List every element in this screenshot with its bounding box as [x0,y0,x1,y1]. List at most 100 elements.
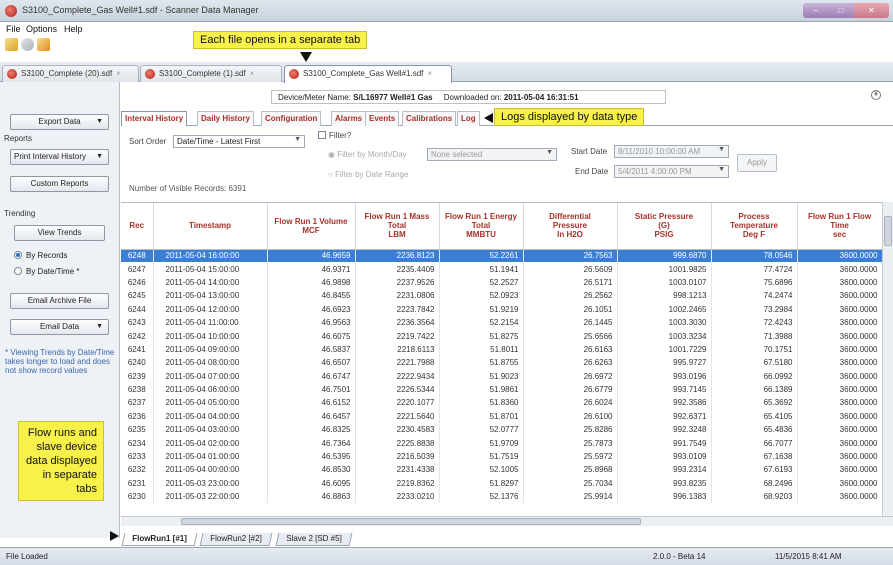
email-data-button[interactable]: Email Data ▼ [10,319,109,335]
sort-order-select[interactable]: Date/Time - Latest First ▼ [173,135,305,148]
table-row[interactable]: 6239 2011-05-04 07:00:00 46.6747 2222.9434 5… [121,369,883,383]
table-cell: 2011-05-04 07:00:00 [153,369,268,383]
table-cell: 51.1941 [439,262,524,276]
table-row[interactable]: 6243 2011-05-04 11:00:00 46.9563 2236.3564 5… [121,315,883,330]
column-header-line: Time [830,221,849,231]
table-row[interactable]: 6238 2011-05-04 06:00:00 46.7501 2226.5344 5… [121,382,883,397]
table-cell: 2218.6113 [355,342,440,357]
tab-calibrations[interactable]: Calibrations [402,111,457,126]
tab-flowrun1[interactable]: FlowRun1 [#1] [121,533,198,546]
table-cell: 6241 [121,342,154,357]
menu-help[interactable]: Help [64,24,83,34]
table-row[interactable]: 6231 2011-05-03 23:00:00 46.6095 2219.8362 5… [121,476,883,491]
table-row[interactable]: 6234 2011-05-04 02:00:00 46.7364 2225.8838 5… [121,436,883,450]
chevron-down-icon: ▼ [718,146,725,153]
by-datetime-radio[interactable]: By Date/Time * [14,267,80,276]
tab-configuration[interactable]: Configuration [261,111,322,126]
tab-flowrun2[interactable]: FlowRun2 [#2] [199,533,272,546]
doc-tab-label: S3100_Complete (20).sdf [21,69,113,78]
doc-tab-2[interactable]: S3100_Complete (1).sdf × [140,65,282,82]
doc-tab-3[interactable]: S3100_Complete_Gas Well#1.sdf × [284,65,452,83]
table-cell: 2011-05-04 09:00:00 [153,342,268,357]
tab-alarms[interactable]: Alarms [331,111,367,126]
print-interval-button[interactable]: Print Interval History ▼ [10,149,109,165]
view-trends-button[interactable]: View Trends [14,225,105,241]
column-header[interactable]: Static Pressure (G) PSIG [617,203,712,250]
callout-arrow-right-icon [110,531,119,541]
table-row[interactable]: 6245 2011-05-04 13:00:00 46.8455 2231.0806 5… [121,289,883,303]
table-row[interactable]: 6237 2011-05-04 05:00:00 46.6152 2220.1077 5… [121,396,883,410]
scrollbar-thumb[interactable] [181,518,641,525]
table-row[interactable]: 6247 2011-05-04 15:00:00 46.9371 2235.4409 5… [121,262,883,276]
table-cell: 66.0992 [711,369,798,383]
end-date-input[interactable]: 5/4/2011 4:00:00 PM ▼ [614,165,729,178]
export-data-button[interactable]: Export Data ▼ [10,114,109,130]
tab-close-icon[interactable]: × [116,69,121,78]
table-row[interactable]: 6246 2011-05-04 14:00:00 46.9898 2237.9526 5… [121,275,883,290]
column-header[interactable]: Flow Run 1 Mass Total LBM [355,203,440,250]
doc-tab-1[interactable]: S3100_Complete (20).sdf × [2,65,139,82]
table-cell: 25.7034 [523,476,618,491]
month-day-select[interactable]: None selected ▼ [427,148,557,161]
table-row[interactable]: 6240 2011-05-04 08:00:00 46.6507 2221.7988 5… [121,356,883,370]
table-row[interactable]: 6230 2011-05-03 22:00:00 46.8863 2233.0210 5… [121,490,883,504]
table-row[interactable]: 6236 2011-05-04 04:00:00 46.6457 2221.5640 5… [121,409,883,424]
table-row[interactable]: 6248 2011-05-04 16:00:00 46.9659 2236.8123 5… [121,249,883,263]
maximize-button[interactable]: □ [828,3,854,18]
column-header[interactable]: Differential Pressure In H2O [523,203,618,250]
filter-range-radio[interactable]: ○ Filter by Date Range [328,170,408,179]
close-button[interactable]: ✕ [853,3,889,18]
table-row[interactable]: 6244 2011-05-04 12:00:00 46.6923 2223.7842 5… [121,302,883,316]
column-header[interactable]: Flow Run 1 Flow Time sec [797,203,883,250]
device-info: Device/Meter Name: S/L16977 Well#1 Gas D… [271,90,666,104]
tab-interval-history[interactable]: Interval History [121,111,188,126]
table-cell: 46.6923 [267,302,356,316]
vertical-scrollbar[interactable] [882,202,893,522]
email-archive-button[interactable]: Email Archive File [10,293,109,309]
menu-options[interactable]: Options [26,24,57,34]
table-row[interactable]: 6235 2011-05-04 03:00:00 46.8325 2230.4583 5… [121,423,883,437]
table-cell: 6231 [121,476,154,491]
minimize-button[interactable]: – [803,3,829,18]
chevron-down-icon: ▼ [294,136,301,143]
scrollbar-thumb[interactable] [884,216,892,246]
file-icon [7,69,17,79]
open-file-icon[interactable] [5,38,18,51]
tab-daily-history[interactable]: Daily History [197,111,254,126]
collapse-icon[interactable]: ¥ [871,90,881,100]
table-cell: 1003.3030 [617,315,712,330]
table-cell: 25.8286 [523,423,618,437]
tab-close-icon[interactable]: × [250,69,255,78]
menu-file[interactable]: File [6,24,21,34]
table-row[interactable]: 6241 2011-05-04 09:00:00 46.5837 2218.6113 5… [121,342,883,357]
table-cell: 71.3988 [711,329,798,343]
tab-close-icon[interactable]: × [427,69,432,78]
apply-button[interactable]: Apply [737,154,777,172]
tab-events[interactable]: Events [365,111,400,126]
table-row[interactable]: 6242 2011-05-04 10:00:00 46.6075 2219.7422 5… [121,329,883,343]
folder-icon[interactable] [37,38,50,51]
callout-arrow-left-icon [484,113,493,123]
custom-reports-button[interactable]: Custom Reports [10,176,109,192]
table-row[interactable]: 6233 2011-05-04 01:00:00 46.5395 2216.5039 5… [121,449,883,464]
tab-slave2[interactable]: Slave 2 [SD #5] [275,533,352,546]
column-header[interactable]: Flow Run 1 Volume MCF [267,203,356,250]
chevron-down-icon: ▼ [546,149,553,156]
refresh-icon[interactable] [21,38,34,51]
start-date-input[interactable]: 8/11/2010 10:00:00 AM ▼ [614,145,729,158]
table-row[interactable]: 6232 2011-05-04 00:00:00 46.8530 2231.4338 5… [121,463,883,477]
filter-checkbox[interactable]: Filter? [318,131,351,140]
filter-month-radio[interactable]: ◉ Filter by Month/Day [328,150,407,159]
table-cell: 46.8530 [267,463,356,477]
horizontal-scrollbar[interactable] [121,516,893,526]
table-cell: 77.4724 [711,262,798,276]
by-records-radio[interactable]: By Records [14,251,67,260]
table-cell: 3600.0000 [797,396,883,410]
table-cell: 46.6152 [267,396,356,410]
tab-log[interactable]: Log [457,111,480,126]
table-cell: 6248 [121,249,154,263]
column-header[interactable]: Flow Run 1 Energy Total MMBTU [439,203,524,250]
column-header[interactable]: Process Temperature Deg F [711,203,798,250]
column-header[interactable]: Timestamp [153,203,268,250]
column-header[interactable]: Rec [121,203,154,250]
